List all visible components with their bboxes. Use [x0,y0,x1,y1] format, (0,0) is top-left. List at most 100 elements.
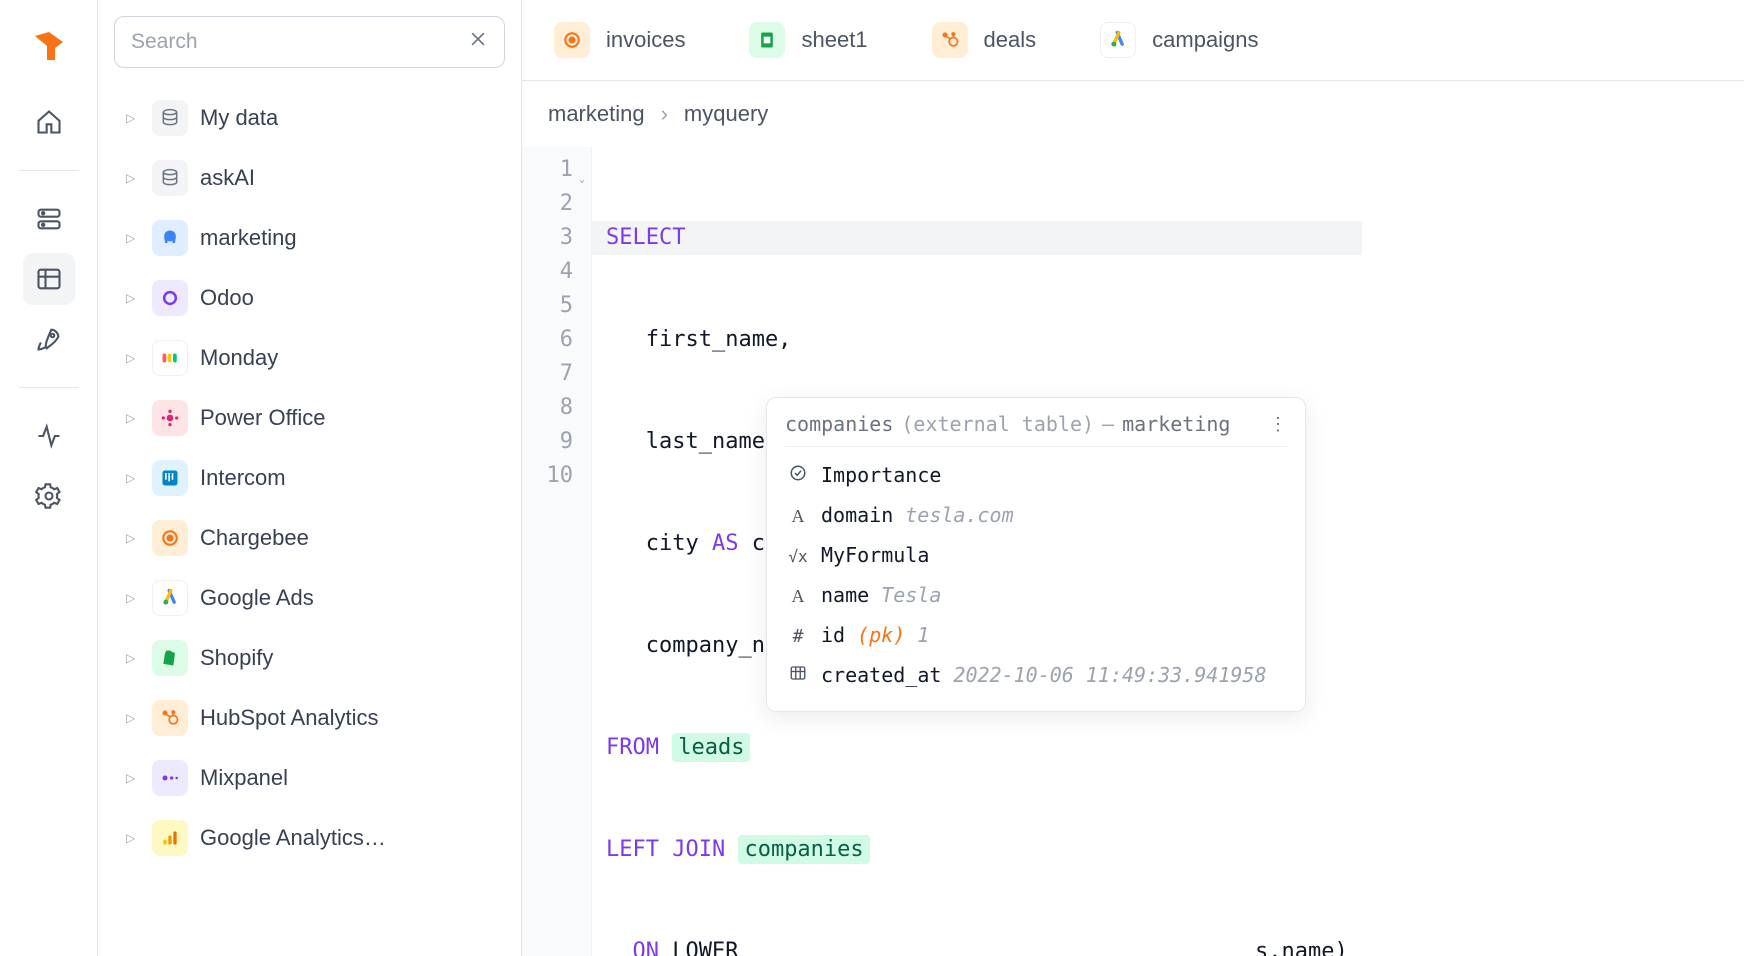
caret-right-icon[interactable]: ▷ [126,531,140,545]
nav-divider [19,387,79,388]
ganalytics-icon [152,820,188,856]
mixpanel-icon [152,760,188,796]
column-sample-value: Tesla [881,583,941,607]
tree-item[interactable]: ▷ Shopify [126,628,505,688]
autocomplete-item[interactable]: Importance [785,455,1287,495]
code-line: first_name, [606,323,1348,357]
breadcrumb-segment[interactable]: myquery [684,101,768,127]
tree-item[interactable]: ▷ askAI [126,148,505,208]
caret-right-icon[interactable]: ▷ [126,591,140,605]
tree-item[interactable]: ▷ My data [126,88,505,148]
tree-item[interactable]: ▷ marketing [126,208,505,268]
tree-item-label: Intercom [200,465,286,491]
googleads-icon [152,580,188,616]
editor-wrap: 1⌄ 2 3 4 5 6 7 8 9 10 SELECT first_name,… [522,147,1744,956]
caret-right-icon[interactable]: ▷ [126,291,140,305]
table-chip[interactable]: companies [738,835,869,864]
column-name: Importance [821,463,941,487]
column-badge: (pk) [857,623,905,647]
tree-item[interactable]: ▷ Google Analytics… [126,808,505,868]
chargebee-icon [152,520,188,556]
tree-item[interactable]: ▷ Google Ads [126,568,505,628]
autocomplete-item[interactable]: A domain tesla.com [785,495,1287,535]
tab-label: sheet1 [801,27,867,53]
autocomplete-item[interactable]: √x MyFormula [785,535,1287,575]
tab-deals[interactable]: deals [920,14,1049,66]
sql-keyword: SELECT [606,225,685,250]
sql-keyword: FROM [606,735,672,760]
tab-label: invoices [606,27,685,53]
tab-icon [1100,22,1136,58]
nav-tables[interactable] [23,253,75,305]
tree-item-label: Mixpanel [200,765,288,791]
tree-item-label: Odoo [200,285,254,311]
nav-rocket[interactable] [23,313,75,365]
column-name: MyFormula [821,543,929,567]
caret-right-icon[interactable]: ▷ [126,711,140,725]
caret-right-icon[interactable]: ▷ [126,231,140,245]
tab-invoices[interactable]: invoices [542,14,697,66]
column-name: id [821,623,845,647]
tree-item[interactable]: ▷ Power Office [126,388,505,448]
more-icon[interactable]: ⋮ [1269,414,1287,435]
database-icon [152,160,188,196]
column-type-icon [787,663,809,687]
column-name: created_at [821,663,941,687]
caret-right-icon[interactable]: ▷ [126,771,140,785]
tree-item-label: Power Office [200,405,326,431]
tree-item-label: marketing [200,225,297,251]
odoo-icon [152,280,188,316]
tree-item-label: Monday [200,345,278,371]
tree-item-label: Chargebee [200,525,309,551]
tree-item[interactable]: ▷ Intercom [126,448,505,508]
caret-right-icon[interactable]: ▷ [126,111,140,125]
autocomplete-source: marketing [1122,412,1230,436]
sql-keyword: ON [633,939,660,956]
nav-divider [19,170,79,171]
tree-item-label: askAI [200,165,255,191]
tree-item[interactable]: ▷ HubSpot Analytics [126,688,505,748]
autocomplete-header: companies (external table) – marketing ⋮ [785,412,1287,447]
tab-label: deals [984,27,1037,53]
code-text: s.name) [1255,939,1348,956]
nav-home[interactable] [23,96,75,148]
tab-campaigns[interactable]: campaigns [1088,14,1270,66]
column-type-icon: √x [787,543,809,567]
explorer-panel: ▷ My data ▷ askAI ▷ marketing ▷ Odoo ▷ M… [98,0,522,956]
search-box[interactable] [114,16,505,68]
autocomplete-item[interactable]: created_at 2022-10-06 11:49:33.941958 [785,655,1287,695]
breadcrumb-segment[interactable]: marketing [548,101,645,127]
main-panel: invoices sheet1 deals campaigns marketin… [522,0,1744,956]
autocomplete-item[interactable]: # id (pk) 1 [785,615,1287,655]
code-text: city [606,531,712,556]
nav-settings[interactable] [23,470,75,522]
caret-right-icon[interactable]: ▷ [126,651,140,665]
autocomplete-title: companies [785,412,893,436]
autocomplete-item[interactable]: A name Tesla [785,575,1287,615]
tree-item[interactable]: ▷ Odoo [126,268,505,328]
tree-item[interactable]: ▷ Chargebee [126,508,505,568]
table-chip[interactable]: leads [672,733,750,762]
nav-servers[interactable] [23,193,75,245]
tree-item-label: HubSpot Analytics [200,705,379,731]
caret-right-icon[interactable]: ▷ [126,831,140,845]
caret-right-icon[interactable]: ▷ [126,411,140,425]
dash-icon: – [1102,412,1114,436]
column-name: name [821,583,869,607]
close-icon[interactable] [468,29,488,55]
tree-item[interactable]: ▷ Mixpanel [126,748,505,808]
caret-right-icon[interactable]: ▷ [126,171,140,185]
chevron-right-icon: › [661,101,668,127]
tree-item-label: Shopify [200,645,273,671]
column-sample-value: 2022-10-06 11:49:33.941958 [953,663,1266,687]
caret-right-icon[interactable]: ▷ [126,351,140,365]
column-type-icon: A [787,583,809,607]
column-name: domain [821,503,893,527]
caret-right-icon[interactable]: ▷ [126,471,140,485]
nav-activity[interactable] [23,410,75,462]
tab-sheet1[interactable]: sheet1 [737,14,879,66]
code-text: LOWER [659,939,738,956]
tree-item[interactable]: ▷ Monday [126,328,505,388]
search-input[interactable] [131,30,468,54]
tab-icon [749,22,785,58]
